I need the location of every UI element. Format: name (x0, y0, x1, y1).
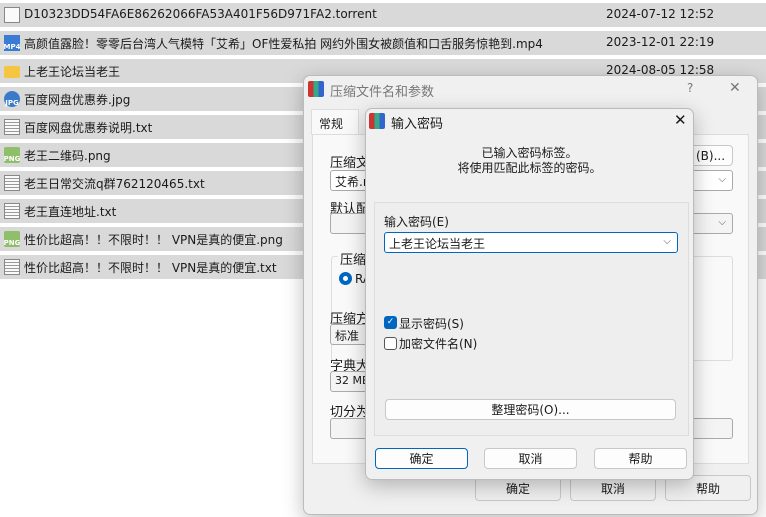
winrar-icon (308, 81, 324, 97)
folder-icon (4, 66, 20, 78)
file-name: 高颜值露脸！零零后台湾人气模特「艾希」OF性爱私拍 网约外围女被颜值和口舌服务惊… (24, 37, 543, 51)
winrar-icon (369, 113, 385, 129)
password-dialog: 输入密码 ✕ 已输入密码标签。 将使用匹配此标签的密码。 输入密码(E) 上老王… (365, 108, 694, 480)
show-password-label: 显示密码(S) (399, 317, 464, 331)
help-button[interactable]: 帮助 (594, 448, 687, 469)
cancel-label: 取消 (518, 452, 543, 466)
help-icon[interactable]: ? (687, 81, 693, 95)
help-label: 帮助 (628, 452, 653, 466)
password-value: 上老王论坛当老王 (389, 237, 486, 251)
cancel-button[interactable]: 取消 (484, 448, 577, 469)
rar-radio[interactable] (339, 272, 352, 285)
archive-name-label: 压缩文 (330, 156, 370, 171)
organize-passwords-button[interactable]: 整理密码(O)... (385, 399, 676, 420)
file-name: 性价比超高！！不限时！！ VPN是真的便宜.txt (24, 261, 277, 275)
password-label: 输入密码(E) (384, 215, 449, 229)
close-icon[interactable]: ✕ (729, 80, 741, 96)
chevron-down-icon: ⌵ (718, 217, 726, 228)
video-file-icon: MP4 (4, 35, 20, 51)
browse-button[interactable]: (B)... (688, 145, 733, 166)
file-row[interactable]: D10323DD54FA6E86262066FA53A401F56D971FA2… (0, 3, 766, 27)
close-icon[interactable]: ✕ (674, 111, 687, 129)
message: 已输入密码标签。 将使用匹配此标签的密码。 (366, 146, 693, 176)
ok-label: 确定 (505, 481, 530, 496)
password-dialog-title: 输入密码 (391, 117, 444, 132)
show-password-checkbox[interactable]: ✓ (384, 316, 397, 329)
text-file-icon (4, 259, 20, 275)
ok-button[interactable]: 确定 (375, 448, 468, 469)
image-file-icon: JPG (4, 91, 20, 107)
file-name: 性价比超高！！不限时！！ VPN是真的便宜.png (24, 233, 283, 247)
file-name: 百度网盘优惠券.jpg (24, 93, 131, 107)
file-name: 老王日常交流q群762120465.txt (24, 177, 205, 191)
file-row[interactable]: MP4 高颜值露脸！零零后台湾人气模特「艾希」OF性爱私拍 网约外围女被颜值和口舌… (0, 31, 766, 55)
message-line-1: 已输入密码标签。 (481, 146, 578, 160)
archive-name-value: 艾希.r (335, 175, 368, 189)
file-name: 上老王论坛当老王 (24, 65, 121, 79)
file-name: 老王直连地址.txt (24, 205, 117, 219)
help-label: 帮助 (695, 481, 720, 496)
file-date: 2024-07-12 12:52 (606, 7, 715, 21)
image-file-icon: PNG (4, 231, 20, 247)
chevron-down-icon[interactable]: ⌵ (663, 236, 671, 247)
password-input[interactable]: 上老王论坛当老王 ⌵ (384, 232, 678, 253)
text-file-icon (4, 175, 20, 191)
text-file-icon (4, 203, 20, 219)
file-name: D10323DD54FA6E86262066FA53A401F56D971FA2… (24, 7, 377, 21)
image-file-icon: PNG (4, 147, 20, 163)
organize-label: 整理密码(O)... (491, 403, 570, 417)
tab-general[interactable]: 常规 (311, 109, 359, 135)
encrypt-names-checkbox[interactable] (384, 337, 397, 350)
chevron-down-icon[interactable]: ⌵ (718, 174, 726, 185)
method-value: 标准 (335, 329, 360, 343)
file-name: 百度网盘优惠券说明.txt (24, 121, 153, 135)
file-name: 老王二维码.png (24, 149, 111, 163)
message-line-2: 将使用匹配此标签的密码。 (457, 161, 602, 175)
browse-label: (B)... (695, 148, 726, 163)
text-file-icon (4, 119, 20, 135)
encrypt-names-label: 加密文件名(N) (399, 337, 478, 351)
file-date: 2023-12-01 22:19 (606, 35, 715, 49)
ok-label: 确定 (409, 452, 434, 466)
cancel-label: 取消 (600, 481, 625, 496)
tab-label: 常规 (319, 117, 344, 131)
file-icon (4, 7, 20, 23)
dialog-title: 压缩文件名和参数 (330, 85, 435, 100)
